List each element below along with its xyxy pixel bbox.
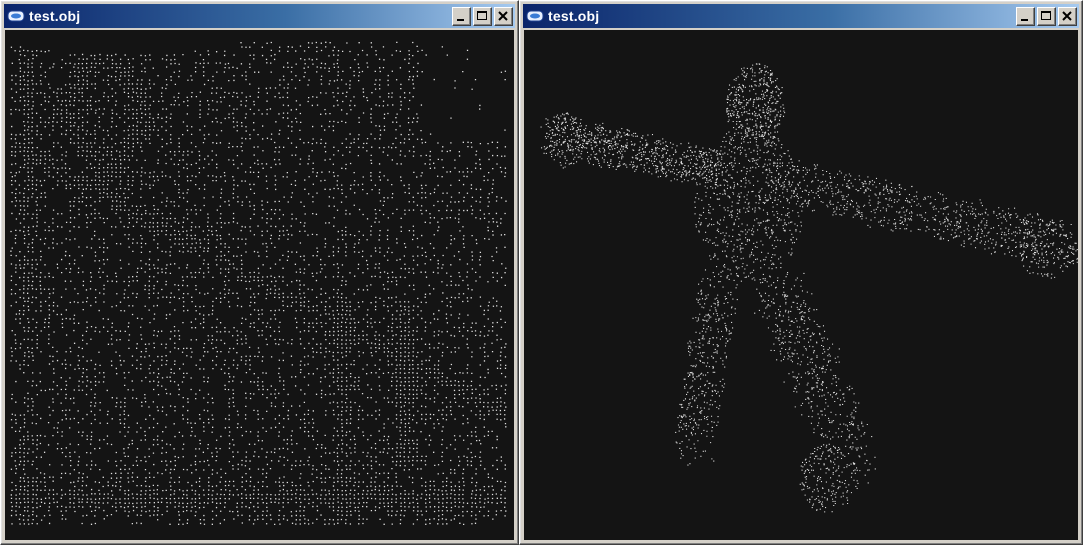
app-window-icon[interactable] [7,9,25,23]
minimize-button[interactable] [452,6,471,26]
point-cloud-viewport-figure[interactable] [524,30,1078,540]
maximize-icon [1041,10,1051,20]
close-button[interactable] [494,6,513,26]
title-bar[interactable]: test.obj [523,4,1079,28]
title-bar[interactable]: test.obj [4,4,515,28]
close-button[interactable] [1058,6,1077,26]
point-cloud-viewport-room[interactable] [5,30,514,540]
close-icon [1062,10,1072,21]
window-title: test.obj [548,8,600,24]
point-cloud-figure [540,63,1078,513]
minimize-icon [457,18,464,21]
maximize-icon [477,10,487,20]
viewer-window-left[interactable]: test.obj [0,0,519,545]
viewer-window-right[interactable]: test.obj [519,0,1083,545]
maximize-button[interactable] [1037,6,1056,26]
maximize-button[interactable] [473,6,492,26]
point-cloud-room [10,41,507,526]
close-icon [498,10,508,21]
window-title: test.obj [29,8,81,24]
minimize-icon [1021,18,1028,21]
minimize-button[interactable] [1016,6,1035,26]
app-window-icon[interactable] [526,9,544,23]
